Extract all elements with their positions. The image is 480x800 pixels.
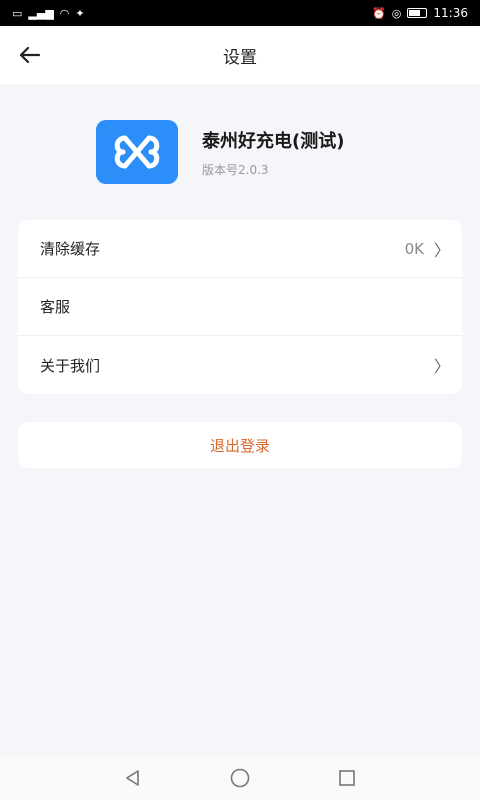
- battery-icon: [407, 8, 428, 18]
- menu-item-label: 关于我们: [40, 356, 101, 375]
- logout-label: 退出登录: [209, 436, 270, 455]
- home-circle-icon: [230, 768, 250, 788]
- menu-item-about-us[interactable]: 关于我们 〉: [18, 336, 462, 394]
- location-icon: ◎: [391, 6, 402, 20]
- menu-item-customer-service[interactable]: 客服: [18, 278, 462, 336]
- nav-back-button[interactable]: [119, 764, 147, 792]
- bird-icon: ✦: [75, 6, 85, 20]
- recents-square-icon: [338, 770, 355, 786]
- back-button[interactable]: [14, 39, 46, 71]
- system-nav-bar: [0, 756, 480, 800]
- menu-item-label: 清除缓存: [40, 240, 101, 258]
- alarm-icon: ⏰: [372, 6, 386, 20]
- app-name: 泰州好充电(测试): [202, 130, 345, 152]
- app-version: 版本号2.0.3: [202, 162, 269, 177]
- arrow-left-icon: [19, 46, 41, 64]
- chevron-right-icon: 〉: [433, 357, 450, 376]
- menu-item-right: 0K 〉: [405, 237, 450, 261]
- cache-size-value: 0K: [404, 239, 424, 258]
- status-right: ⏰ ◎ 11:36: [372, 6, 468, 20]
- logout-button[interactable]: 退出登录: [18, 422, 462, 468]
- menu-item-right: 〉: [434, 353, 450, 377]
- nav-home-button[interactable]: [226, 764, 254, 792]
- settings-menu: 清除缓存 0K 〉 客服 关于我们 〉: [18, 220, 462, 394]
- status-bar: ▭ ▂▄▆ ◠ ✦ ⏰ ◎ 11:36: [0, 0, 480, 26]
- status-time: 11:36: [433, 6, 468, 20]
- signal-icon: ▂▄▆: [28, 6, 54, 20]
- app-logo: [96, 120, 178, 184]
- app-text: 泰州好充电(测试) 版本号2.0.3: [202, 127, 344, 178]
- app-info: 泰州好充电(测试) 版本号2.0.3: [96, 120, 344, 184]
- menu-item-clear-cache[interactable]: 清除缓存 0K 〉: [18, 220, 462, 278]
- header: 设置: [0, 26, 480, 84]
- sim-icon: ▭: [12, 6, 23, 20]
- page-title: 设置: [223, 47, 257, 68]
- back-triangle-icon: [126, 770, 140, 786]
- status-left: ▭ ▂▄▆ ◠ ✦: [12, 8, 85, 19]
- nav-recents-button[interactable]: [333, 764, 361, 792]
- chevron-right-icon: 〉: [433, 240, 450, 260]
- app-logo-icon: [114, 135, 160, 169]
- wifi-icon: ◠: [59, 6, 70, 20]
- menu-item-label: 客服: [40, 298, 71, 316]
